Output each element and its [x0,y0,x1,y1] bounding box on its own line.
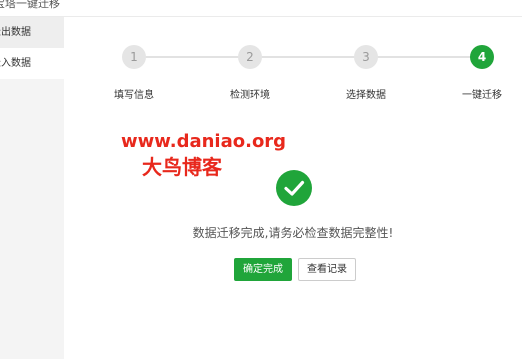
step-1-indicator: 1 [122,45,146,69]
watermark-url: www.daniao.org [121,131,287,152]
check-circle-icon [276,170,312,206]
sidebar-item-export[interactable]: 迁出数据 [0,17,64,48]
step-3-indicator: 3 [354,45,378,69]
step-2-label: 检测环境 [230,90,270,101]
sidebar-item-label: 迁出数据 [0,27,31,38]
step-4-indicator: 4 [470,45,494,69]
confirm-done-button[interactable]: 确定完成 [234,258,292,281]
completion-message: 数据迁移完成,请务必检查数据完整性! [192,226,394,240]
breadcrumb: 宝塔一键迁移 [0,0,60,10]
migration-panel: 1 2 3 4 填写信息 检测环境 选择数据 一键迁移 www.daniao.o… [64,17,522,359]
step-1-label: 填写信息 [114,90,154,101]
step-4-label: 一键迁移 [462,90,502,101]
step-2-indicator: 2 [238,45,262,69]
watermark-name: 大鸟博客 [142,155,222,179]
step-connector [377,56,471,58]
step-3-label: 选择数据 [346,90,386,101]
top-bar: 宝塔一键迁移 [0,0,522,17]
step-connector [261,56,355,58]
step-connector [145,56,240,58]
sidebar-item-import[interactable]: 迁入数据 [0,48,64,79]
sidebar: 迁出数据 迁入数据 [0,17,64,359]
sidebar-item-label: 迁入数据 [0,58,31,69]
view-logs-button[interactable]: 查看记录 [298,258,356,281]
